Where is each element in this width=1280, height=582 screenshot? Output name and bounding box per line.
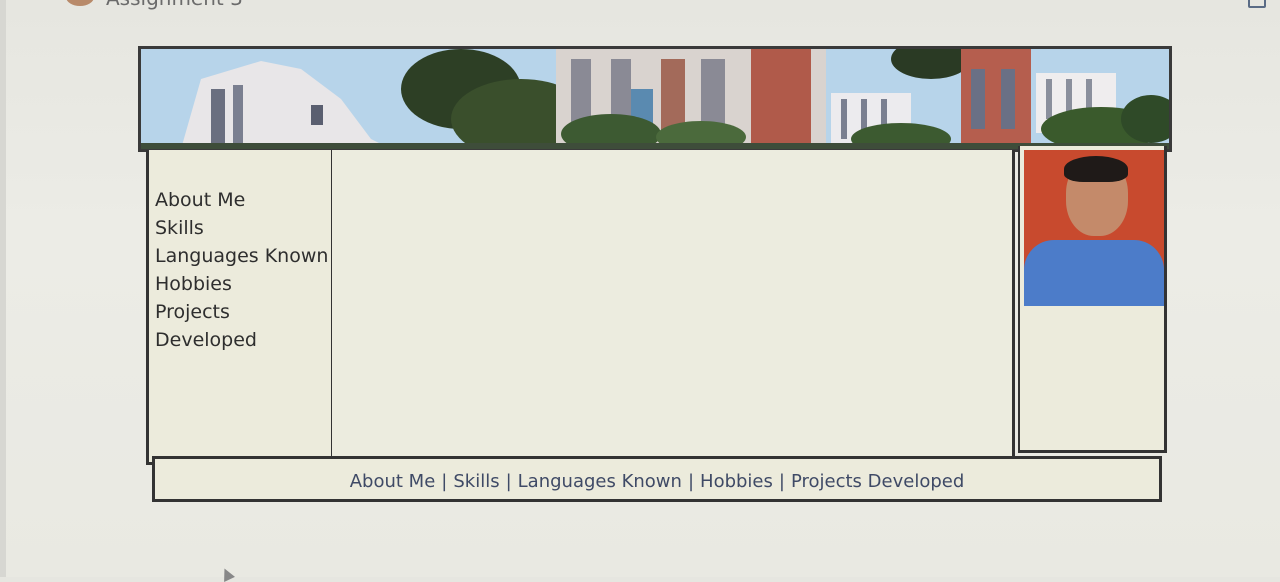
footer-separator: | — [505, 471, 512, 492]
nav-item-skills[interactable]: Skills — [155, 214, 331, 242]
webpage-frame: About Me Skills Languages Known Hobbies … — [138, 46, 1172, 582]
footer-link-about-me[interactable]: About Me — [350, 471, 436, 492]
campus-buildings-image — [141, 49, 1169, 149]
footer-link-languages-known[interactable]: Languages Known — [518, 471, 682, 492]
nav-item-projects-developed[interactable]: Projects Developed — [155, 298, 331, 354]
profile-photo — [1024, 150, 1164, 306]
nav-item-about-me[interactable]: About Me — [155, 186, 331, 214]
footer-separator: | — [687, 471, 695, 492]
app-icon — [66, 0, 94, 6]
footer-link-hobbies[interactable]: Hobbies — [700, 471, 773, 492]
right-column — [1018, 146, 1167, 453]
footer-links-bar: About Me | Skills | Languages Known | Hobbies |… — [152, 456, 1162, 502]
footer-separator: | — [778, 471, 785, 492]
header-banner — [138, 46, 1172, 152]
window-title: Assignment 3 — [106, 0, 243, 10]
footer-link-projects-developed[interactable]: Projects Developed — [791, 471, 964, 492]
window-titlebar: Assignment 3 — [60, 0, 360, 10]
footer-link-skills[interactable]: Skills — [453, 471, 499, 492]
photo-hair — [1064, 156, 1128, 182]
left-edge — [0, 0, 6, 577]
footer-links: About Me | Skills | Languages Known | Hobbies |… — [350, 471, 965, 492]
main-content-area — [332, 150, 1015, 465]
left-navigation: About Me Skills Languages Known Hobbies … — [146, 150, 334, 582]
photo-shirt — [1024, 240, 1164, 306]
nav-item-hobbies[interactable]: Hobbies — [155, 270, 331, 298]
mouse-cursor-icon — [219, 566, 235, 582]
window-control-icon[interactable] — [1248, 0, 1266, 8]
nav-item-languages-known[interactable]: Languages Known — [155, 242, 331, 270]
footer-separator: | — [441, 471, 448, 492]
